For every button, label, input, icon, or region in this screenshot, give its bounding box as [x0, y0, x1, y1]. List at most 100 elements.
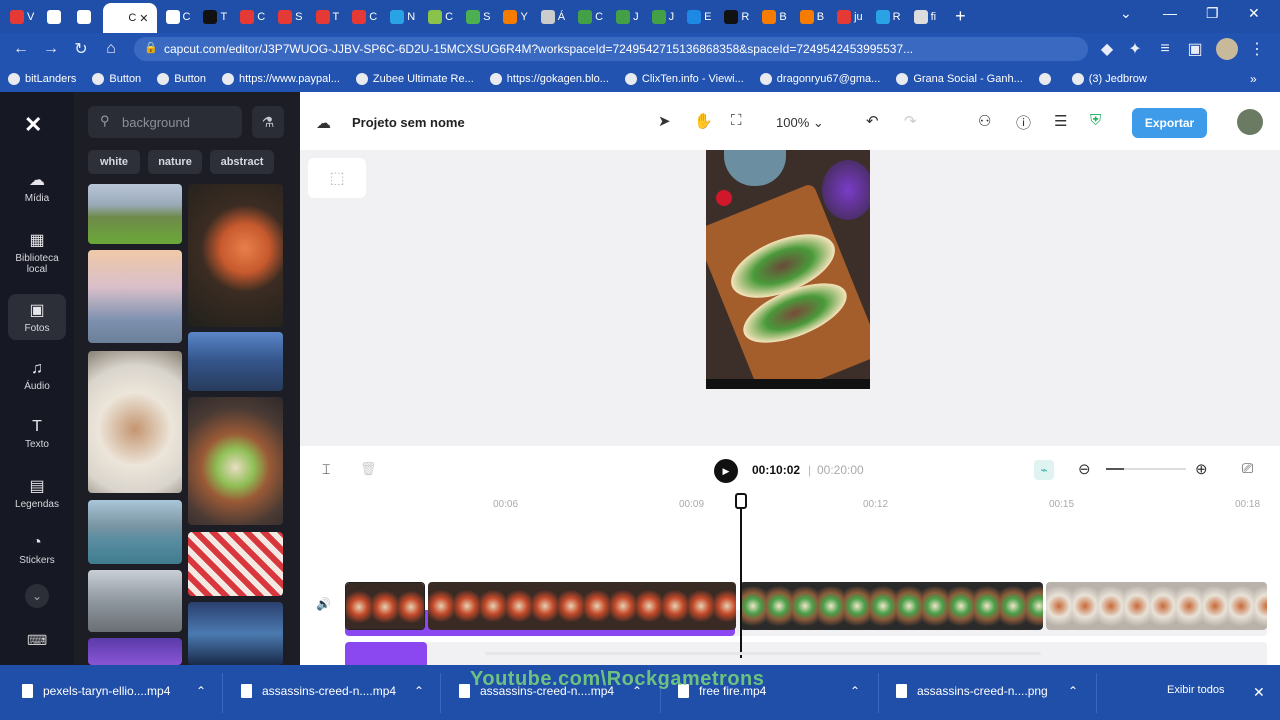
browser-tab[interactable]: S: [274, 4, 306, 30]
video-clip[interactable]: [740, 582, 1043, 630]
photo-thumbnail[interactable]: [88, 638, 182, 665]
cloud-icon[interactable]: ☁: [316, 114, 331, 132]
export-button[interactable]: Exportar: [1132, 108, 1207, 138]
rail-item-3[interactable]: ♫ Áudio: [8, 360, 66, 392]
video-clip[interactable]: [1046, 582, 1267, 630]
playhead[interactable]: [740, 498, 742, 658]
chevron-up-icon[interactable]: ⌃: [1068, 684, 1078, 698]
browser-tab[interactable]: T: [199, 4, 231, 30]
photo-thumbnail[interactable]: [88, 500, 182, 564]
browser-tab[interactable]: C: [574, 4, 607, 30]
bookmark-item[interactable]: (3) Jedbrow: [1071, 72, 1147, 85]
close-tab-icon[interactable]: ✕: [139, 12, 148, 25]
keyboard-icon[interactable]: ⌨: [27, 632, 47, 649]
sidepanel-icon[interactable]: ▣: [1180, 39, 1210, 59]
browser-tab[interactable]: R: [720, 4, 753, 30]
photo-thumbnail[interactable]: [88, 250, 182, 343]
download-item[interactable]: assassins-creed-n....png: [896, 684, 1048, 698]
minimize-button[interactable]: —: [1163, 5, 1177, 21]
hand-icon[interactable]: ✋: [694, 112, 713, 130]
bookmark-item[interactable]: Grana Social - Ganh...: [896, 72, 1023, 85]
capcut-logo[interactable]: ✕: [24, 112, 42, 138]
reload-icon[interactable]: ↻: [66, 39, 96, 59]
chip-abstract[interactable]: abstract: [210, 150, 274, 174]
show-all-downloads[interactable]: Exibir todos: [1167, 684, 1224, 696]
bookmark-item[interactable]: [1038, 72, 1056, 85]
magnet-icon[interactable]: ⌁: [1034, 460, 1054, 480]
delete-icon[interactable]: 🗑: [360, 461, 377, 477]
zoom-out-icon[interactable]: ⊖: [1078, 460, 1091, 478]
timeline-scrollbar[interactable]: [485, 652, 1041, 655]
rail-item-1[interactable]: ▦ Biblioteca local: [8, 230, 66, 275]
fit-screen-icon[interactable]: ⛶: [731, 112, 742, 129]
browser-tab[interactable]: ju: [833, 4, 867, 30]
bookmark-item[interactable]: ClixTen.info - Viewi...: [624, 72, 744, 85]
undo-icon[interactable]: ↶: [866, 112, 879, 130]
chip-nature[interactable]: nature: [148, 150, 202, 174]
photo-thumbnail[interactable]: [88, 184, 182, 244]
bookmark-item[interactable]: Button: [157, 72, 206, 85]
browser-tab[interactable]: R: [872, 4, 905, 30]
redo-icon[interactable]: ↷: [904, 112, 917, 130]
chevron-up-icon[interactable]: ⌃: [196, 684, 206, 698]
browser-tab[interactable]: C: [236, 4, 269, 30]
rail-item-2[interactable]: ▣ Fotos: [8, 294, 66, 340]
browser-tab[interactable]: C: [162, 4, 195, 30]
photo-thumbnail[interactable]: [188, 397, 283, 525]
photo-thumbnail[interactable]: [188, 532, 283, 596]
photo-thumbnail[interactable]: [88, 570, 182, 632]
bookmark-item[interactable]: dragonryu67@gma...: [759, 72, 880, 85]
tab-search-icon[interactable]: ⌄: [1120, 5, 1132, 22]
browser-tab[interactable]: T: [312, 4, 344, 30]
split-icon[interactable]: ⌶: [322, 461, 330, 478]
browser-tab[interactable]: B: [796, 4, 828, 30]
chevron-up-icon[interactable]: ⌃: [414, 684, 424, 698]
home-icon[interactable]: ⌂: [96, 40, 126, 58]
zoom-dropdown[interactable]: 100% ⌄: [776, 115, 824, 131]
search-input[interactable]: ⚲ background: [88, 106, 242, 138]
shield-icon[interactable]: ⛨: [1090, 112, 1101, 129]
site-info-icon[interactable]: 🔒: [144, 41, 158, 54]
photo-thumbnail[interactable]: [188, 602, 283, 665]
select-pointer-icon[interactable]: ➤: [658, 112, 671, 130]
close-downloads-icon[interactable]: ✕: [1253, 684, 1265, 701]
browser-tab[interactable]: V: [6, 4, 38, 30]
browser-tab[interactable]: S: [462, 4, 494, 30]
profile-avatar[interactable]: [1216, 38, 1238, 60]
rail-item-6[interactable]: ◔ Stickers: [8, 534, 66, 566]
media-icon[interactable]: ≡: [1150, 40, 1180, 58]
expand-rail-icon[interactable]: ⌄: [25, 584, 49, 608]
browser-tab[interactable]: Á: [537, 4, 569, 30]
video-preview[interactable]: [706, 150, 870, 389]
back-icon[interactable]: ←: [6, 40, 36, 58]
filter-icon[interactable]: ⚗: [252, 106, 284, 138]
user-avatar[interactable]: [1237, 109, 1263, 135]
new-tab-button[interactable]: +: [955, 6, 966, 27]
browser-tab[interactable]: [43, 4, 68, 30]
browser-tab[interactable]: fi: [910, 4, 941, 30]
restore-button[interactable]: ❐: [1206, 5, 1219, 22]
download-item[interactable]: pexels-taryn-ellio....mp4: [22, 684, 170, 698]
rail-item-5[interactable]: ▤ Legendas: [8, 476, 66, 510]
browser-tab[interactable]: E: [683, 4, 715, 30]
volume-icon[interactable]: 🔊: [316, 597, 331, 611]
bookmark-item[interactable]: bitLanders: [8, 72, 76, 85]
fit-timeline-icon[interactable]: ⎚: [1242, 460, 1253, 477]
photo-thumbnail[interactable]: [188, 332, 283, 391]
browser-tab[interactable]: C ✕: [103, 3, 157, 33]
download-item[interactable]: assassins-creed-n....mp4: [241, 684, 396, 698]
more-bookmarks-icon[interactable]: »: [1250, 72, 1257, 86]
url-bar[interactable]: 🔒 capcut.com/editor/J3P7WUOG-JJBV-SP6C-6…: [134, 37, 1088, 61]
browser-tab[interactable]: C: [348, 4, 381, 30]
forward-icon[interactable]: →: [36, 40, 66, 58]
puzzle-icon[interactable]: ✦: [1120, 39, 1150, 59]
bookmark-item[interactable]: https://www.paypal...: [222, 72, 340, 85]
canvas-frame-icon[interactable]: ⬚: [308, 158, 366, 198]
browser-tab[interactable]: C: [424, 4, 457, 30]
playhead-handle[interactable]: [735, 493, 747, 509]
help-icon[interactable]: ⓘ: [1016, 112, 1031, 133]
video-clip[interactable]: [428, 582, 736, 630]
timeline-zoom-slider[interactable]: [1106, 468, 1186, 470]
rail-item-0[interactable]: ☁ Mídia: [8, 170, 66, 204]
browser-tab[interactable]: [73, 4, 98, 30]
